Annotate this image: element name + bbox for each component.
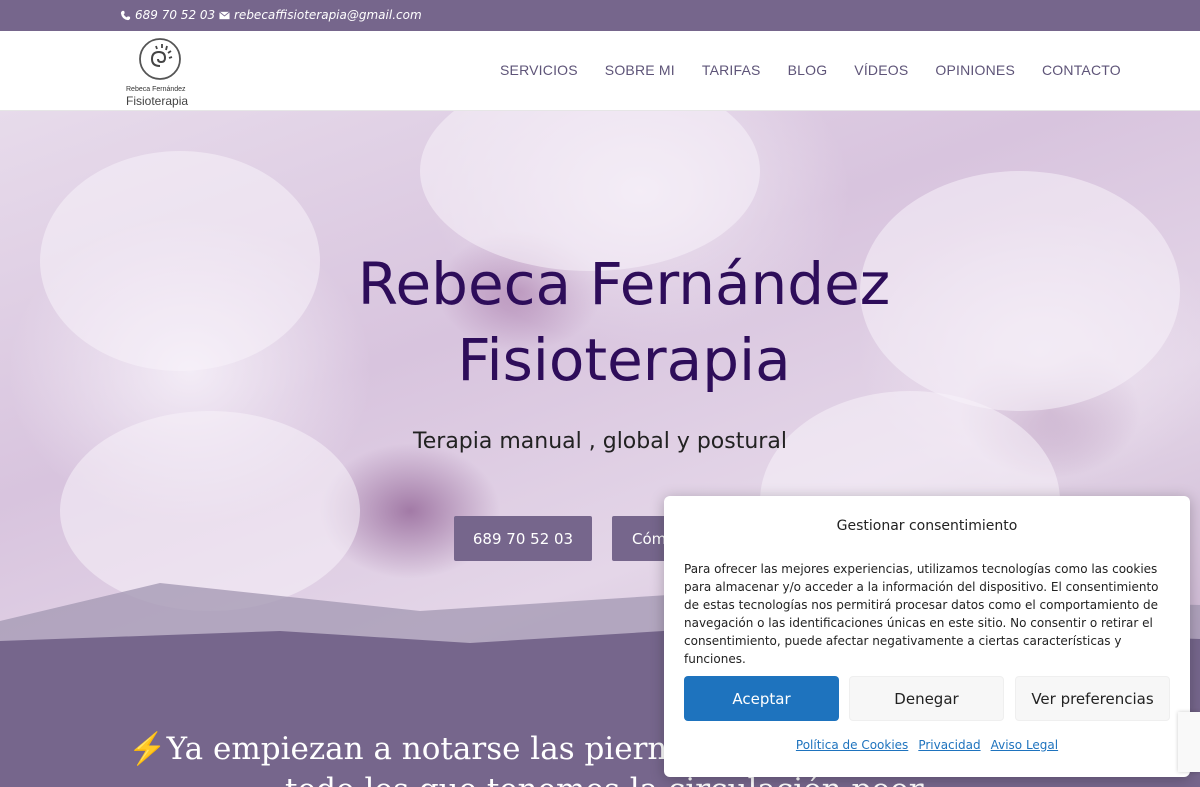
topbar-phone-text: 689 70 52 03 <box>135 8 216 22</box>
hero-secondary-button[interactable]: Cóm <box>612 516 672 561</box>
nav-tarifas[interactable]: TARIFAS <box>702 62 761 78</box>
nav-sobre-mi[interactable]: SOBRE MI <box>605 62 675 78</box>
hero-phone-button[interactable]: 689 70 52 03 <box>454 516 592 561</box>
legal-notice-link[interactable]: Aviso Legal <box>991 738 1059 752</box>
nav-videos[interactable]: VÍDEOS <box>854 62 908 78</box>
spiral-logo-icon <box>139 38 181 80</box>
topbar-email-text: rebecaffisioterapia@gmail.com <box>234 8 422 22</box>
recaptcha-badge[interactable] <box>1178 712 1200 772</box>
envelope-icon <box>219 10 230 19</box>
nav-servicios[interactable]: SERVICIOS <box>500 62 578 78</box>
accept-button[interactable]: Aceptar <box>684 676 839 721</box>
top-bar: 689 70 52 03 rebecaffisioterapia@gmail.c… <box>0 0 1200 31</box>
topbar-email[interactable]: rebecaffisioterapia@gmail.com <box>219 8 422 22</box>
hero-title: Rebeca Fernández Fisioterapia <box>0 246 1200 398</box>
hero-title-line2: Fisioterapia <box>457 326 791 394</box>
site-logo[interactable]: Rebeca Fernández Fisioterapia <box>124 36 198 108</box>
nav-blog[interactable]: BLOG <box>788 62 828 78</box>
hero-title-line1: Rebeca Fernández <box>357 250 891 318</box>
nav-contacto[interactable]: CONTACTO <box>1042 62 1121 78</box>
cookie-policy-link[interactable]: Política de Cookies <box>796 738 908 752</box>
deny-button[interactable]: Denegar <box>849 676 1004 721</box>
topbar-phone[interactable]: 689 70 52 03 <box>120 8 215 22</box>
promo-heading-line1: ⚡Ya empiezan a notarse las pierna <box>128 731 686 767</box>
hero-subtitle: Terapia manual , global y postural <box>413 429 787 454</box>
site-header: Rebeca Fernández Fisioterapia SERVICIOS … <box>0 31 1200 111</box>
nav-opiniones[interactable]: OPINIONES <box>935 62 1015 78</box>
logo-line2: Fisioterapia <box>126 94 189 108</box>
consent-text: Para ofrecer las mejores experiencias, u… <box>684 562 1159 666</box>
phone-icon <box>120 10 131 20</box>
preferences-button[interactable]: Ver preferencias <box>1015 676 1170 721</box>
privacy-link[interactable]: Privacidad <box>918 738 980 752</box>
cookie-consent-dialog: Gestionar consentimiento Para ofrecer la… <box>664 496 1190 777</box>
logo-line1: Rebeca Fernández <box>126 86 186 93</box>
consent-links: Política de Cookies Privacidad Aviso Leg… <box>664 738 1190 752</box>
main-nav: SERVICIOS SOBRE MI TARIFAS BLOG VÍDEOS O… <box>500 62 1148 78</box>
consent-title: Gestionar consentimiento <box>836 518 1018 534</box>
